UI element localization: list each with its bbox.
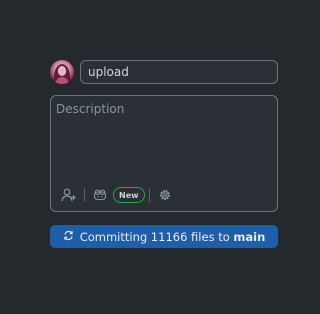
commit-button-label: Committing 11166 files to main [80,230,266,244]
new-badge: New [113,187,145,203]
sync-icon [63,230,74,244]
commit-button-prefix: Committing 11166 files to [79,229,230,244]
description-box: New [50,95,278,212]
commit-button[interactable]: Committing 11166 files to main [50,225,278,248]
gear-icon[interactable] [154,186,176,204]
commit-panel: New Committing 11166 files to main [0,0,314,314]
description-toolbar: New [58,186,176,204]
commit-description-input[interactable] [51,96,277,178]
person-add-icon[interactable] [58,186,80,204]
commit-summary-input[interactable] [80,60,278,84]
toolbar-divider [148,188,150,202]
avatar [50,60,74,84]
toolbar-divider [84,188,85,202]
copilot-icon[interactable] [89,186,111,204]
commit-branch-name: main [233,229,266,244]
